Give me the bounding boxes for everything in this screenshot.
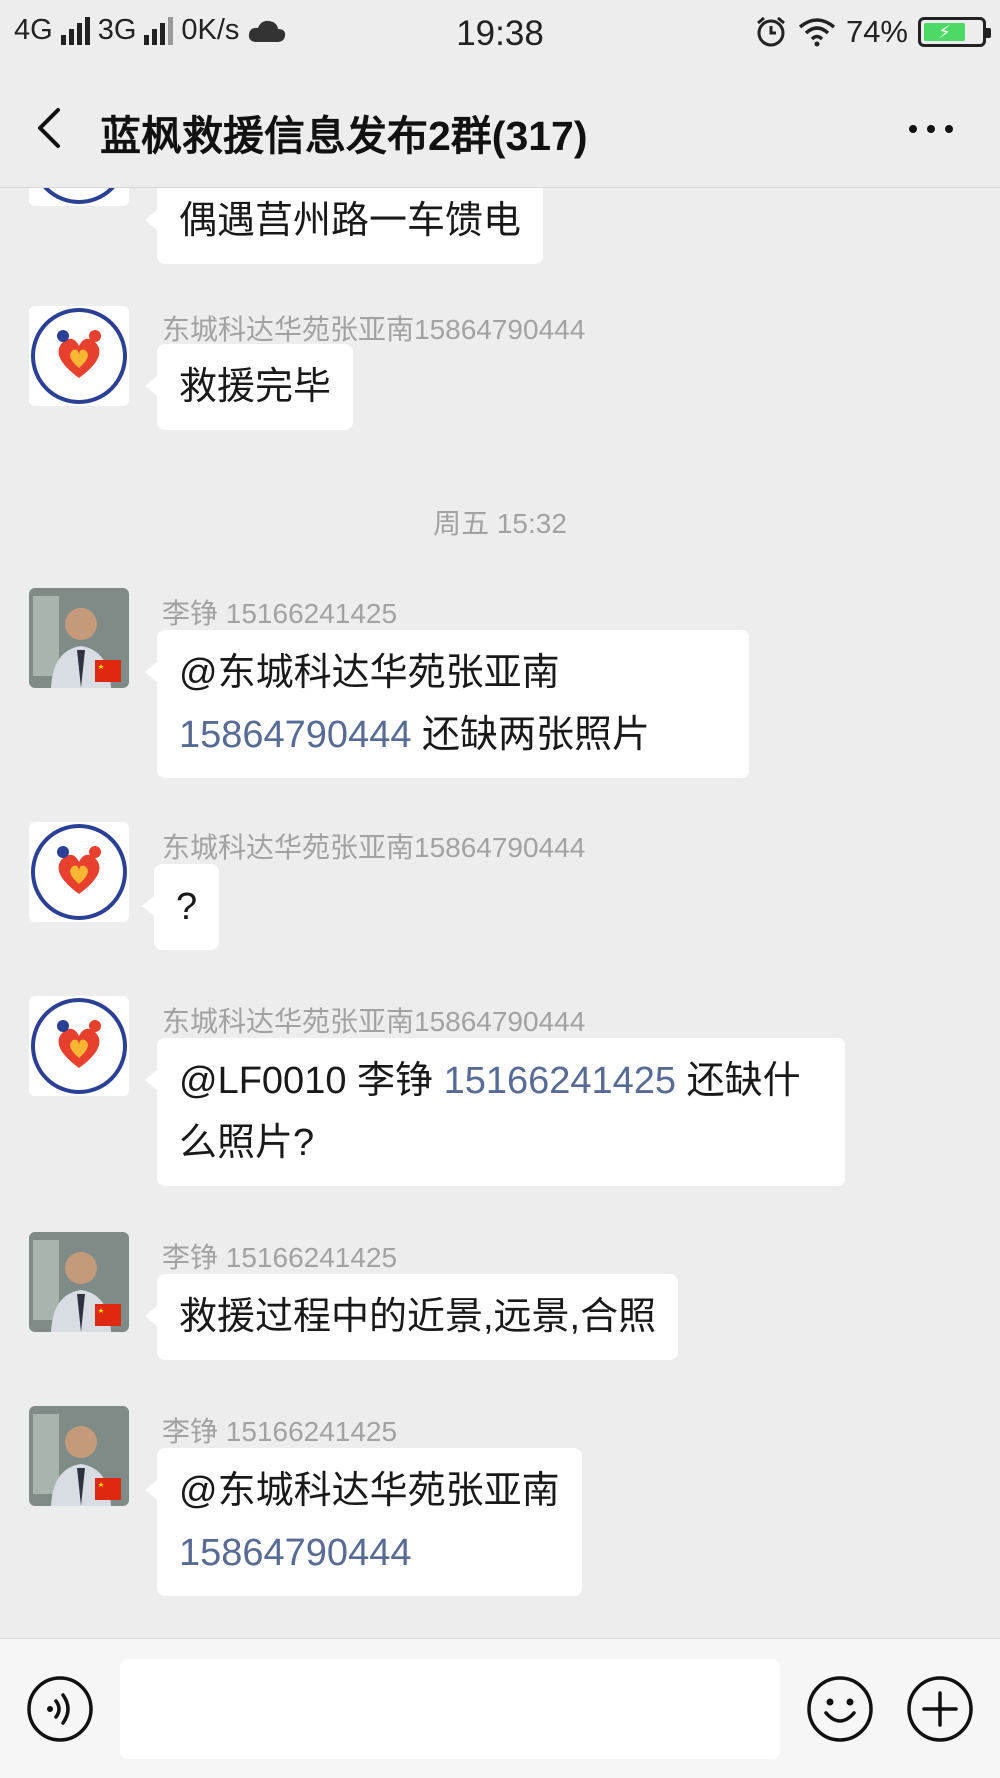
status-right: 74% ⚡ (754, 14, 991, 50)
message-text: ? (176, 886, 198, 928)
avatar-logo[interactable] (29, 306, 129, 406)
sender-name: 李铮 15166241425 (162, 598, 398, 629)
timestamp-divider: 周五 15:32 (433, 508, 567, 539)
organization-logo-icon (31, 998, 127, 1094)
avatar-logo[interactable] (29, 996, 129, 1096)
sender-name: 东城科达华苑张亚南15864790444 (162, 832, 586, 863)
wifi-icon (798, 18, 836, 47)
message-bubble[interactable]: 救援完毕 (144, 344, 354, 430)
sender-name: 东城科达华苑张亚南15864790444 (162, 314, 586, 345)
message-bubble[interactable]: @东城科达华苑张亚南 15864790444 (145, 1448, 582, 1596)
message-bubble[interactable]: @LF0010 李铮 15166241425 还缺什么照片? (145, 1038, 845, 1186)
message-text: 偶遇莒州路一车馈电 (179, 200, 522, 242)
more-dots-icon[interactable] (906, 114, 956, 144)
organization-logo-icon (31, 824, 127, 920)
battery-icon: ⚡ (918, 17, 991, 47)
person-avatar-icon (29, 1406, 129, 1506)
message-bubble[interactable]: 救援过程中的近景,远景,合照 (144, 1274, 679, 1360)
sender-name: 李铮 15166241425 (162, 1416, 398, 1447)
organization-logo-icon (31, 308, 127, 404)
message-list[interactable]: 偶遇莒州路一车馈电 东城科达华苑张亚南15864790444 救援完毕 周五 1… (0, 188, 1000, 1638)
mention-text[interactable]: @东城科达华苑张亚南 (179, 1470, 560, 1512)
plus-icon[interactable] (906, 1675, 974, 1743)
back-chevron-icon[interactable] (26, 98, 76, 158)
emoji-icon[interactable] (806, 1675, 874, 1743)
avatar-logo[interactable] (29, 188, 129, 206)
input-bar (0, 1638, 1000, 1778)
avatar-photo[interactable] (29, 1232, 129, 1332)
phone-link[interactable]: 15166241425 (444, 1060, 676, 1102)
sender-name: 李铮 15166241425 (162, 1242, 398, 1273)
chat-header: 蓝枫救援信息发布2群(317) (0, 68, 1000, 188)
sender-name: 东城科达华苑张亚南15864790444 (162, 1006, 586, 1037)
voice-icon[interactable] (26, 1675, 94, 1743)
phone-link[interactable]: 15864790444 (179, 714, 411, 756)
mention-text[interactable]: @LF0010 李铮 (179, 1060, 444, 1102)
message-input[interactable] (120, 1659, 780, 1759)
message-bubble[interactable]: 偶遇莒州路一车馈电 (144, 188, 544, 264)
status-bar: 4G 3G 0K/s 19:38 74% ⚡ (0, 0, 1000, 68)
chat-title: 蓝枫救援信息发布2群(317) (100, 113, 588, 159)
message-text: 救援过程中的近景,远景,合照 (179, 1296, 657, 1338)
avatar-logo[interactable] (29, 822, 129, 922)
message-text: 还缺两张照片 (411, 714, 651, 756)
organization-logo-icon (43, 188, 115, 204)
avatar-photo[interactable] (29, 588, 129, 688)
person-avatar-icon (29, 588, 129, 688)
battery-percent: 74% (845, 14, 908, 49)
person-avatar-icon (29, 1232, 129, 1332)
alarm-icon (756, 16, 785, 47)
avatar-photo[interactable] (29, 1406, 129, 1506)
message-bubble[interactable]: @东城科达华苑张亚南 15864790444 还缺两张照片 (145, 630, 749, 778)
message-text: 救援完毕 (179, 366, 332, 408)
message-bubble[interactable]: ? (141, 864, 220, 950)
phone-link[interactable]: 15864790444 (179, 1532, 411, 1574)
mention-text[interactable]: @东城科达华苑张亚南 (179, 652, 560, 694)
